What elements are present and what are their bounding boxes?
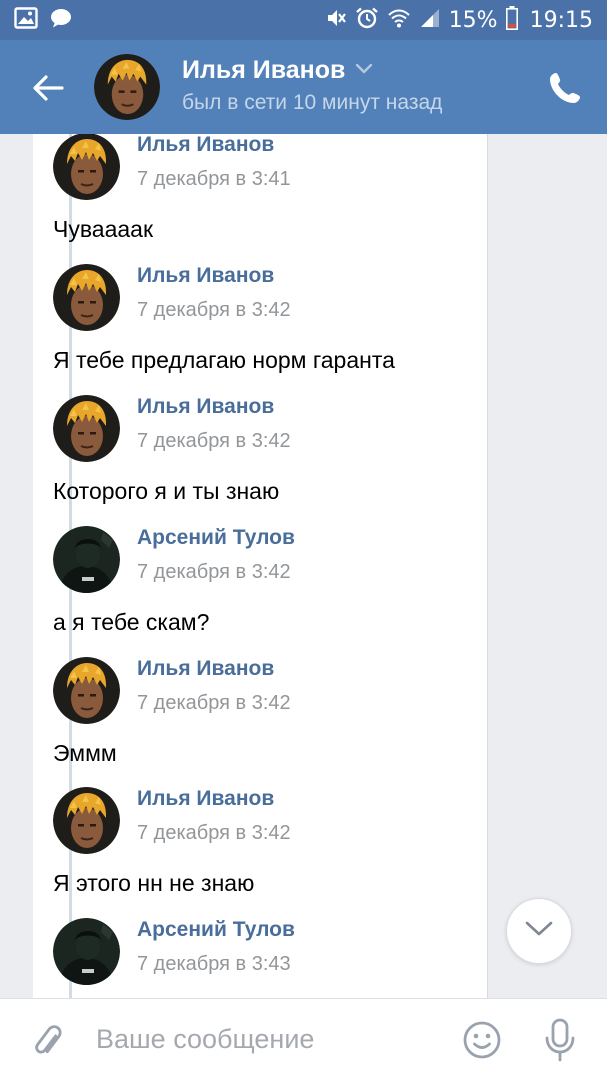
microphone-icon: [542, 1018, 578, 1067]
sender-name[interactable]: Илья Иванов: [137, 134, 274, 157]
message-input[interactable]: [96, 1017, 436, 1061]
message-text: Я этого нн не знаю: [53, 870, 255, 896]
status-bar-system: 15% 19:15: [325, 6, 593, 34]
phone-icon: [547, 73, 583, 110]
signal-icon: [419, 7, 441, 33]
emoji-button[interactable]: [462, 1020, 502, 1060]
sender-name[interactable]: Илья Иванов: [137, 787, 274, 811]
message-timestamp: 7 декабря в 3:42: [137, 299, 291, 321]
call-button[interactable]: [547, 70, 583, 106]
chevron-down-icon: [524, 920, 554, 943]
message-timestamp: 7 декабря в 3:42: [137, 692, 291, 714]
battery-icon: [505, 6, 518, 34]
avatar[interactable]: [53, 657, 120, 724]
message-timestamp: 7 декабря в 3:42: [137, 561, 291, 583]
avatar[interactable]: [53, 787, 120, 854]
message-text: Эммм: [53, 740, 117, 766]
clock: 19:15: [529, 7, 593, 33]
image-icon: [14, 6, 38, 34]
mute-icon: [325, 7, 347, 33]
paperclip-icon: [28, 1025, 68, 1063]
message-timestamp: 7 декабря в 3:42: [137, 430, 291, 452]
contact-name-dropdown[interactable]: Илья Иванов: [182, 56, 373, 85]
message-composer: [0, 998, 607, 1080]
chat-header: Илья Иванов был в сети 10 минут назад: [0, 40, 607, 134]
voice-message-button[interactable]: [542, 1017, 578, 1063]
emoji-icon: [462, 1021, 502, 1064]
avatar[interactable]: [53, 918, 120, 985]
status-bar: 15% 19:15: [0, 0, 607, 40]
contact-name: Илья Иванов: [182, 56, 346, 84]
attach-button[interactable]: [28, 1019, 68, 1059]
avatar[interactable]: [53, 264, 120, 331]
message-timestamp: 7 декабря в 3:41: [137, 168, 291, 190]
back-arrow-icon: [28, 75, 68, 112]
wifi-icon: [387, 7, 411, 33]
battery-percent: 15%: [448, 7, 498, 33]
message-list[interactable]: Илья Иванов 7 декабря в 3:41 Чуваааак Ил…: [0, 134, 607, 998]
sender-name[interactable]: Арсений Тулов: [137, 918, 295, 942]
sender-name[interactable]: Илья Иванов: [137, 657, 274, 681]
avatar[interactable]: [94, 54, 160, 120]
chevron-down-icon: [355, 62, 373, 80]
message-text: Я тебе предлагаю норм гаранта: [53, 347, 395, 373]
message-timestamp: 7 декабря в 3:43: [137, 953, 291, 975]
last-seen-status: был в сети 10 минут назад: [182, 91, 443, 114]
sender-name[interactable]: Илья Иванов: [137, 264, 274, 288]
avatar[interactable]: [53, 395, 120, 462]
scroll-down-button[interactable]: [506, 898, 572, 964]
alarm-icon: [355, 6, 379, 34]
avatar[interactable]: [53, 134, 120, 200]
avatar[interactable]: [53, 526, 120, 593]
message-icon: [50, 7, 72, 34]
message-text: Которого я и ты знаю: [53, 478, 280, 504]
message-text: Чуваааак: [53, 216, 154, 242]
back-button[interactable]: [28, 68, 68, 108]
message-text: а я тебе скам?: [53, 609, 210, 635]
sender-name[interactable]: Арсений Тулов: [137, 526, 295, 550]
status-bar-notifications: [14, 6, 72, 34]
sender-name[interactable]: Илья Иванов: [137, 395, 274, 419]
message-timestamp: 7 декабря в 3:42: [137, 822, 291, 844]
